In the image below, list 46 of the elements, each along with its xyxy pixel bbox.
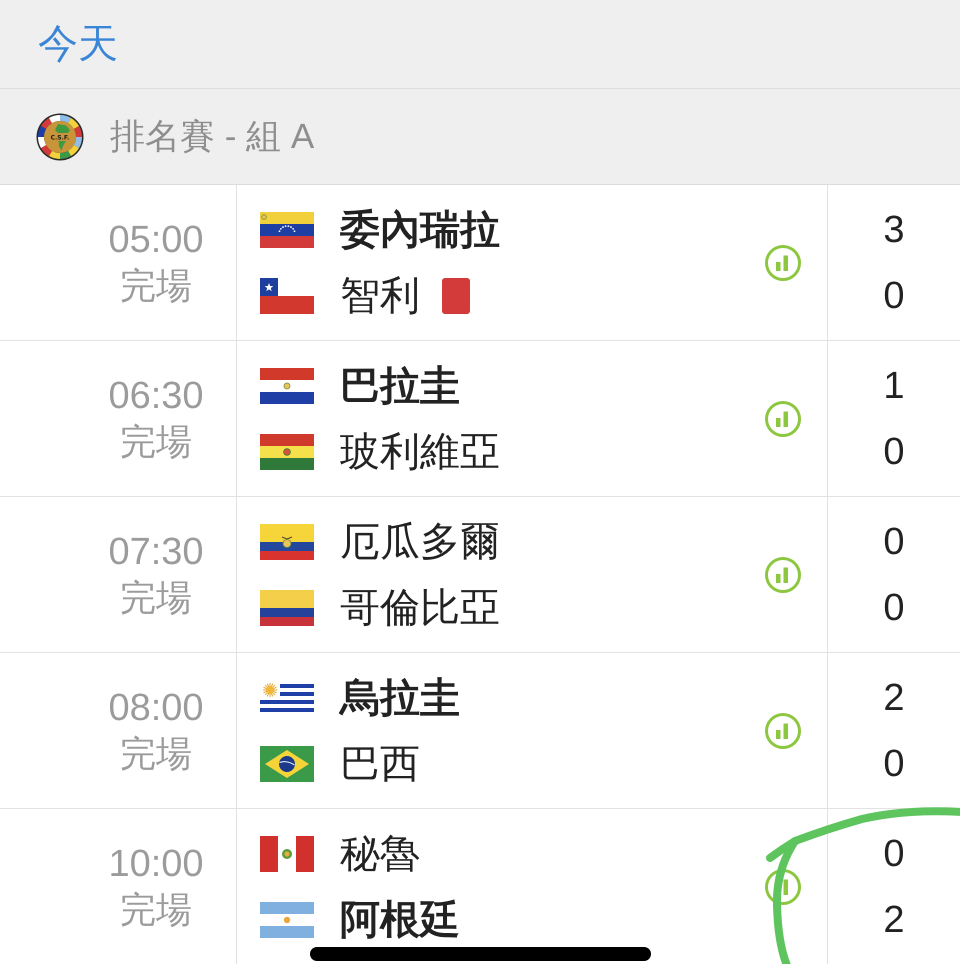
team-name: 烏拉圭 <box>340 674 460 722</box>
team-name: 哥倫比亞 <box>340 584 500 632</box>
stats-icon[interactable] <box>765 868 801 904</box>
team-name: 巴西 <box>340 740 420 788</box>
stats-icon[interactable] <box>765 244 801 280</box>
flag-icon <box>260 524 314 560</box>
team-score: 1 <box>883 364 905 408</box>
flag-icon <box>260 590 314 626</box>
team-name: 厄瓜多爾 <box>340 518 500 566</box>
team-score: 0 <box>883 274 905 318</box>
team-score: 0 <box>883 832 905 876</box>
date-title: 今天 <box>38 21 118 68</box>
stats-icon[interactable] <box>765 556 801 592</box>
team-name: 巴拉圭 <box>340 362 460 410</box>
team-score: 0 <box>883 430 905 474</box>
match-status: 完場 <box>120 264 192 308</box>
team-name: 智利 <box>340 272 420 320</box>
flag-icon <box>260 212 314 248</box>
team-name: 玻利維亞 <box>340 428 500 476</box>
flag-icon <box>260 902 314 938</box>
stats-icon[interactable] <box>765 712 801 748</box>
match-time: 08:00 <box>108 686 204 730</box>
team-score: 2 <box>883 676 905 720</box>
match-time: 07:30 <box>108 530 204 574</box>
league-title: 排名賽 - 組 A <box>110 116 314 158</box>
team-score: 0 <box>883 742 905 786</box>
team-name: 委內瑞拉 <box>340 206 500 254</box>
team-score: 0 <box>883 586 905 630</box>
flag-icon <box>260 368 314 404</box>
flag-icon <box>260 746 314 782</box>
team-score: 0 <box>883 520 905 564</box>
match-time: 05:00 <box>108 218 204 262</box>
stats-icon[interactable] <box>765 400 801 436</box>
match-status: 完場 <box>120 420 192 464</box>
team-score: 3 <box>883 208 905 252</box>
flag-icon <box>260 278 314 314</box>
team-name: 秘魯 <box>340 830 420 878</box>
match-status: 完場 <box>120 576 192 620</box>
team-name: 阿根廷 <box>340 896 460 944</box>
match-status: 完場 <box>120 888 192 932</box>
team-score: 2 <box>883 898 905 942</box>
match-time: 10:00 <box>108 842 204 886</box>
match-status: 完場 <box>120 732 192 776</box>
match-time: 06:30 <box>108 374 204 418</box>
flag-icon <box>260 434 314 470</box>
flag-icon <box>260 836 314 872</box>
